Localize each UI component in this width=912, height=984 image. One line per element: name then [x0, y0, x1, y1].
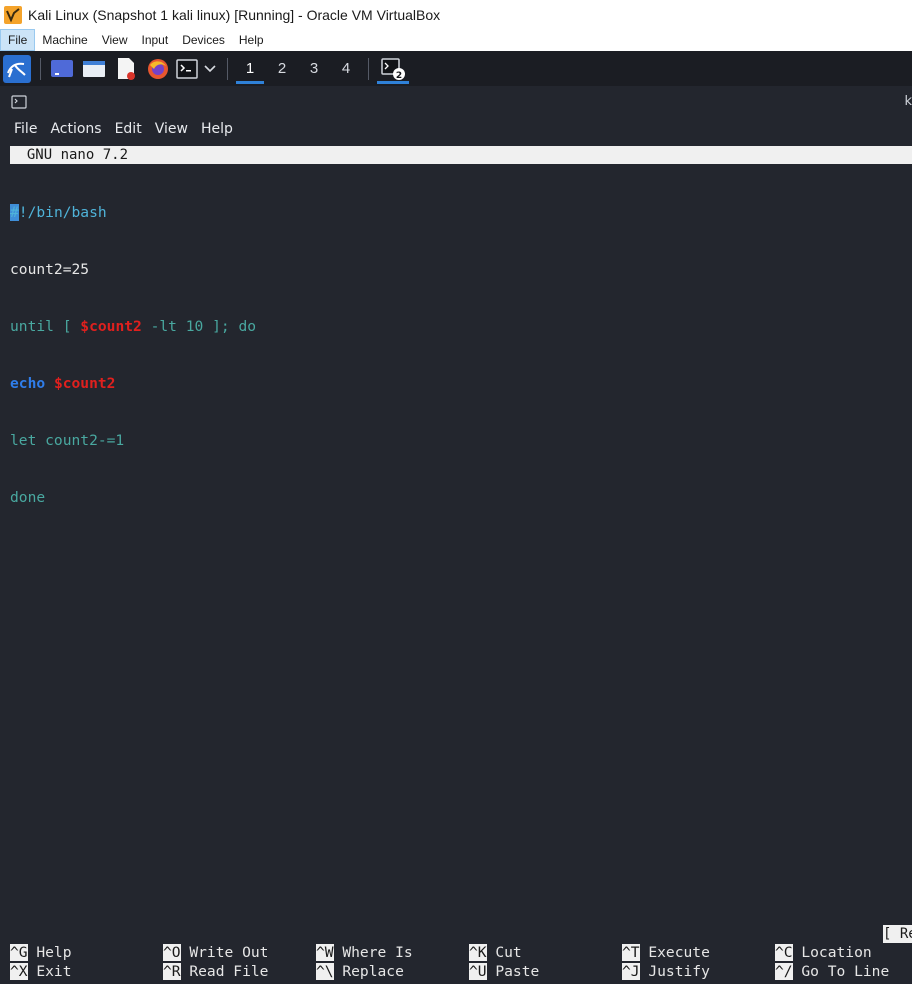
shortcut-label: Exit — [27, 963, 72, 980]
nano-status-message: [ Re — [883, 925, 912, 943]
terminal-launcher-button[interactable] — [175, 54, 199, 84]
shortcut-label: Replace — [333, 963, 404, 980]
shortcut-key: ^W — [316, 944, 334, 961]
code-line: until [ $count2 -lt 10 ]; do — [10, 318, 257, 335]
host-menu-view[interactable]: View — [95, 29, 135, 51]
shortcut-key: ^K — [469, 944, 487, 961]
window-title: Kali Linux (Snapshot 1 kali linux) [Runn… — [28, 6, 441, 23]
terminal-menu-file[interactable]: File — [0, 121, 37, 137]
desktop-icon — [51, 59, 73, 77]
terminal-menu-view[interactable]: View — [141, 121, 188, 137]
panel-separator — [227, 57, 228, 80]
shortcut-label: Cut — [486, 944, 522, 961]
shortcut-execute: ^T Execute — [622, 943, 775, 962]
text-cursor: # — [10, 204, 19, 221]
workspace-2[interactable]: 2 — [266, 51, 298, 86]
shortcut-label: Location — [792, 944, 872, 961]
terminal-menu-actions[interactable]: Actions — [36, 121, 101, 137]
shortcut-help: ^G Help — [10, 943, 163, 962]
shortcut-label: Help — [27, 944, 72, 961]
workspace-3[interactable]: 3 — [298, 51, 330, 86]
code-line: let count2-=1 — [10, 432, 125, 449]
file-manager-button[interactable] — [79, 54, 109, 84]
terminal-menu-help[interactable]: Help — [187, 121, 233, 137]
virtualbox-icon — [4, 5, 22, 24]
terminal-title-bar: k — [0, 88, 912, 115]
shortcut-key: ^\ — [316, 963, 334, 980]
nano-editor[interactable]: #!/bin/bash count2=25 until [ $count2 -l… — [10, 165, 256, 545]
shortcut-replace: ^\ Replace — [316, 962, 469, 981]
shortcut-cut: ^K Cut — [469, 943, 622, 962]
workspace-1[interactable]: 1 — [234, 51, 266, 86]
show-desktop-button[interactable] — [47, 54, 77, 84]
folder-icon — [83, 60, 105, 77]
host-menu-bar: File Machine View Input Devices Help — [0, 29, 912, 51]
terminal-icon — [11, 94, 27, 109]
chevron-down-icon — [204, 64, 216, 72]
shortcut-key: ^/ — [775, 963, 793, 980]
shortcut-label: Where Is — [333, 944, 413, 961]
shortcut-write-out: ^O Write Out — [163, 943, 316, 962]
shortcut-key: ^J — [622, 963, 640, 980]
terminal-icon — [176, 58, 198, 79]
taskbar-terminal-group[interactable]: 2 — [375, 51, 411, 86]
code-line: echo $count2 — [10, 375, 116, 392]
firefox-icon — [148, 58, 168, 79]
shortcut-location: ^C Location — [775, 943, 912, 962]
firefox-button[interactable] — [143, 54, 173, 84]
shortcut-exit: ^X Exit — [10, 962, 163, 981]
shortcut-key: ^X — [10, 963, 28, 980]
shortcut-go-to-line: ^/ Go To Line — [775, 962, 912, 981]
host-menu-input[interactable]: Input — [135, 29, 176, 51]
shortcut-key: ^T — [622, 944, 640, 961]
shortcut-where-is: ^W Where Is — [316, 943, 469, 962]
code-line: count2=25 — [10, 261, 90, 278]
task-count-badge: 2 — [396, 71, 402, 81]
terminal-body[interactable]: GNU nano 7.2 #!/bin/bash count2=25 until… — [0, 145, 912, 984]
host-menu-file[interactable]: File — [0, 29, 36, 51]
launcher-dropdown-button[interactable] — [201, 54, 219, 84]
shortcut-justify: ^J Justify — [622, 962, 775, 981]
shortcut-key: ^O — [163, 944, 181, 961]
terminal-icon: 2 — [381, 57, 405, 81]
shortcut-key: ^R — [163, 963, 181, 980]
code-line: #!/bin/bash — [10, 204, 107, 221]
terminal-title-fragment: k — [904, 94, 912, 109]
terminal-menu-edit[interactable]: Edit — [101, 121, 142, 137]
shortcut-label: Paste — [486, 963, 540, 980]
terminal-menu-bar: File Actions Edit View Help — [0, 117, 912, 141]
shortcut-paste: ^U Paste — [469, 962, 622, 981]
host-menu-help[interactable]: Help — [232, 29, 271, 51]
shortcut-key: ^C — [775, 944, 793, 961]
shortcut-label: Go To Line — [792, 963, 890, 980]
shortcut-label: Write Out — [180, 944, 269, 961]
shortcut-label: Execute — [639, 944, 710, 961]
code-line: done — [10, 489, 46, 506]
text-editor-button[interactable] — [111, 54, 141, 84]
shortcut-key: ^U — [469, 963, 487, 980]
shortcut-label: Justify — [639, 963, 710, 980]
kali-menu-button[interactable] — [2, 54, 32, 84]
nano-header: GNU nano 7.2 — [10, 146, 912, 164]
panel-separator — [368, 57, 369, 80]
nano-shortcut-bar: ^G Help ^O Write Out ^W Where Is ^K Cut ^T E… — [10, 943, 912, 981]
panel-separator — [40, 57, 41, 80]
host-menu-devices[interactable]: Devices — [175, 29, 232, 51]
shortcut-key: ^G — [10, 944, 28, 961]
kali-top-panel: 1 2 3 4 2 — [0, 51, 912, 86]
host-menu-machine[interactable]: Machine — [35, 29, 94, 51]
shortcut-label: Read File — [180, 963, 269, 980]
kali-dragon-icon — [3, 54, 31, 83]
workspace-4[interactable]: 4 — [330, 51, 362, 86]
document-icon — [118, 57, 135, 80]
host-title-bar: Kali Linux (Snapshot 1 kali linux) [Runn… — [0, 0, 912, 29]
shortcut-read-file: ^R Read File — [163, 962, 316, 981]
